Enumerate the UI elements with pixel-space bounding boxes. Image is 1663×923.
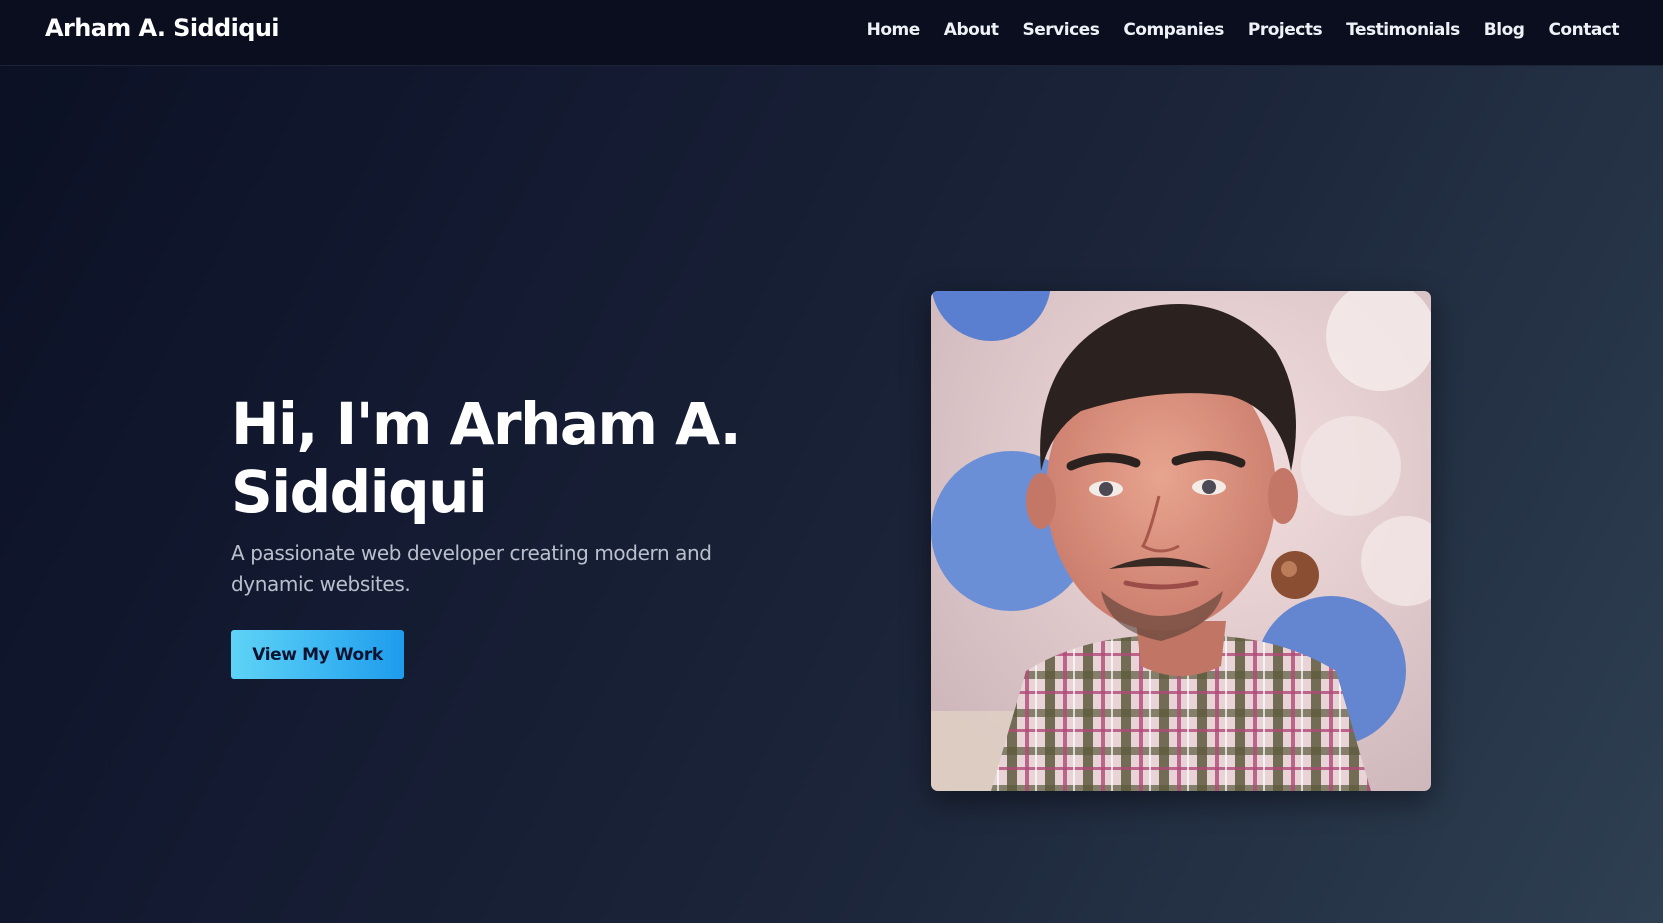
nav-link-home[interactable]: Home (867, 20, 921, 40)
profile-photo (931, 291, 1431, 791)
hero-title-line-2: Siddiqui (231, 458, 488, 526)
hero-title: Hi, I'm Arham A. Siddiqui (231, 390, 751, 526)
view-my-work-button[interactable]: View My Work (231, 630, 404, 679)
nav-link-contact[interactable]: Contact (1548, 20, 1619, 40)
nav-link-blog[interactable]: Blog (1484, 20, 1525, 40)
hero-subtitle: A passionate web developer creating mode… (231, 541, 712, 596)
nav-link-projects[interactable]: Projects (1248, 20, 1323, 40)
nav-link-services[interactable]: Services (1023, 20, 1100, 40)
top-navbar: Arham A. Siddiqui Home About Services Co… (0, 0, 1663, 66)
nav-link-testimonials[interactable]: Testimonials (1346, 20, 1460, 40)
hero-section: Hi, I'm Arham A. Siddiqui A passionate w… (231, 390, 751, 600)
nav-links: Home About Services Companies Projects T… (843, 20, 1620, 40)
nav-link-companies[interactable]: Companies (1123, 20, 1224, 40)
portrait-illustration (931, 291, 1431, 791)
brand-logo[interactable]: Arham A. Siddiqui (45, 14, 280, 42)
nav-link-about[interactable]: About (944, 20, 999, 40)
hero-title-line-1: Hi, I'm Arham A. (231, 390, 742, 458)
